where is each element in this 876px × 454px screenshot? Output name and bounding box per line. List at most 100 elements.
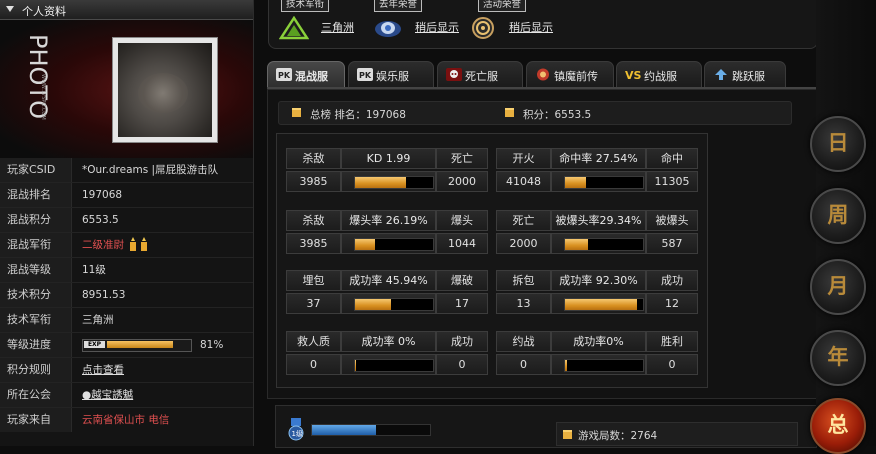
level-medal-icon: 1级 <box>288 418 304 441</box>
rank-square-icon <box>292 108 301 117</box>
stat-block: 埋包 成功率 45.94% 爆破 37 17 <box>286 270 492 316</box>
row-military-rank: 混战军衔 二级准尉 <box>0 233 253 258</box>
period-day-button[interactable]: 日 <box>810 116 866 172</box>
stat-bar-cell <box>551 293 646 314</box>
stat-left-value: 2000 <box>496 233 551 254</box>
period-month-button[interactable]: 月 <box>810 259 866 315</box>
row-label: 混战排名 <box>0 183 72 207</box>
stat-progress-bar <box>564 176 644 189</box>
delta-triangle-icon <box>279 16 309 40</box>
period-year-button[interactable]: 年 <box>810 330 866 386</box>
games-square-icon <box>563 430 572 439</box>
row-label: 玩家来自 <box>0 408 72 432</box>
stat-left-value: 37 <box>286 293 341 314</box>
level-value: 11级 <box>82 264 106 276</box>
guild-link[interactable]: ●越宝誘魆 <box>82 383 133 407</box>
stat-right-label: 成功 <box>646 270 698 291</box>
event-honor-label: 活动荣誉 <box>478 0 527 12</box>
photo-word-logo: PHOTO WWW.17SPIT.COM <box>24 34 48 120</box>
tech-rank-badge-text[interactable]: 三角洲 <box>321 19 354 35</box>
row-label: 技术军衔 <box>0 308 72 332</box>
row-rules: 积分规则 点击查看 <box>0 358 253 383</box>
tab-mixed-server[interactable]: PK 混战服 <box>267 61 345 88</box>
row-label: 玩家CSID <box>0 158 72 182</box>
tab-death-server[interactable]: 死亡服 <box>437 61 523 88</box>
stat-progress-fill <box>565 299 637 310</box>
stat-right-label: 被爆头 <box>646 210 698 231</box>
profile-header[interactable]: 个人资料 <box>0 0 253 20</box>
games-count-text: 游戏局数：2764 <box>578 430 658 442</box>
row-label: 积分规则 <box>0 358 72 382</box>
level-medal-label: 1级 <box>292 429 303 438</box>
stat-progress-bar <box>354 238 434 251</box>
stat-bar-cell <box>341 171 436 192</box>
stat-left-label: 埋包 <box>286 270 341 291</box>
exp-progress-fill <box>107 341 173 348</box>
row-rank: 混战排名 197068 <box>0 183 253 208</box>
row-label: 所在公会 <box>0 383 72 407</box>
stat-right-label: 命中 <box>646 148 698 169</box>
score-square-icon <box>505 108 514 117</box>
profile-header-title: 个人资料 <box>22 5 66 18</box>
pk-icon: PK <box>357 68 373 81</box>
stat-right-value: 17 <box>436 293 488 314</box>
row-label: 混战军衔 <box>0 233 72 257</box>
row-score: 混战积分 6553.5 <box>0 208 253 233</box>
origin-value: 云南省保山市 电信 <box>82 414 170 426</box>
last-year-honor-text[interactable]: 稍后显示 <box>415 19 459 35</box>
avatar[interactable] <box>112 37 218 143</box>
stat-bar-cell <box>341 354 436 375</box>
event-honor-text[interactable]: 稍后显示 <box>509 19 553 35</box>
level-progress-bar <box>311 424 431 436</box>
games-count-box: 游戏局数：2764 <box>556 422 798 446</box>
row-tech-score: 技术积分 8951.53 <box>0 283 253 308</box>
stat-left-value: 13 <box>496 293 551 314</box>
level-progress-fill <box>312 425 376 435</box>
stat-block: 开火 命中率 27.54% 命中 41048 11305 <box>496 148 702 194</box>
stat-progress-fill <box>355 239 375 250</box>
stat-progress-fill <box>565 177 586 188</box>
stat-left-label: 约战 <box>496 331 551 352</box>
mixed-rank-value: 197068 <box>82 189 123 201</box>
military-rank-value: 二级准尉 <box>82 233 157 257</box>
mixed-score-value: 6553.5 <box>82 214 119 226</box>
overall-rank-text: 总榜 排名：197068 <box>310 109 406 121</box>
tab-label: 约战服 <box>644 70 677 83</box>
tech-rank-badge-label: 技术军衔 <box>281 0 330 12</box>
stat-right-value: 11305 <box>646 171 698 192</box>
up-arrow-icon <box>715 69 727 80</box>
stat-progress-fill <box>355 299 391 310</box>
stat-progress-bar <box>354 359 434 372</box>
stat-rate-label: 爆头率 26.19% <box>341 210 436 231</box>
stat-right-label: 胜利 <box>646 331 698 352</box>
row-label: 混战积分 <box>0 208 72 232</box>
military-rank-text: 二级准尉 <box>82 239 124 251</box>
stat-right-label: 爆破 <box>436 270 488 291</box>
exp-percent: 81% <box>200 339 224 351</box>
stat-left-label: 开火 <box>496 148 551 169</box>
tab-entertainment-server[interactable]: PK 娱乐服 <box>348 61 434 88</box>
rank-insignia-icon <box>130 237 148 251</box>
period-week-button[interactable]: 周 <box>810 188 866 244</box>
tab-label: 死亡服 <box>465 70 498 83</box>
tab-demon-prequel[interactable]: 镇魔前传 <box>526 61 614 88</box>
tab-label: 跳跃服 <box>732 70 765 83</box>
view-rules-link[interactable]: 点击查看 <box>82 358 124 382</box>
collapse-triangle-icon[interactable] <box>6 6 14 12</box>
tab-challenge-server[interactable]: VS 约战服 <box>616 61 702 88</box>
tab-jump-server[interactable]: 跳跃服 <box>704 61 786 88</box>
exp-label: EXP <box>84 341 105 348</box>
stat-progress-bar <box>564 298 644 311</box>
avatar-image <box>118 43 212 137</box>
stat-right-value: 1044 <box>436 233 488 254</box>
stat-left-value: 3985 <box>286 233 341 254</box>
stat-left-label: 救人质 <box>286 331 341 352</box>
stat-rate-label: 成功率 0% <box>341 331 436 352</box>
row-csid: 玩家CSID *Our.dreams |屌屁股游击队 <box>0 158 253 183</box>
honor-badges: 技术军衔 三角洲 去年荣誉 稍后显示 活动荣誉 稍后显示 <box>268 0 818 49</box>
stat-bar-cell <box>551 171 646 192</box>
stat-progress-fill <box>565 239 588 250</box>
vs-icon: VS <box>625 69 641 81</box>
stat-block: 拆包 成功率 92.30% 成功 13 12 <box>496 270 702 316</box>
tab-label: 镇魔前传 <box>554 70 598 83</box>
